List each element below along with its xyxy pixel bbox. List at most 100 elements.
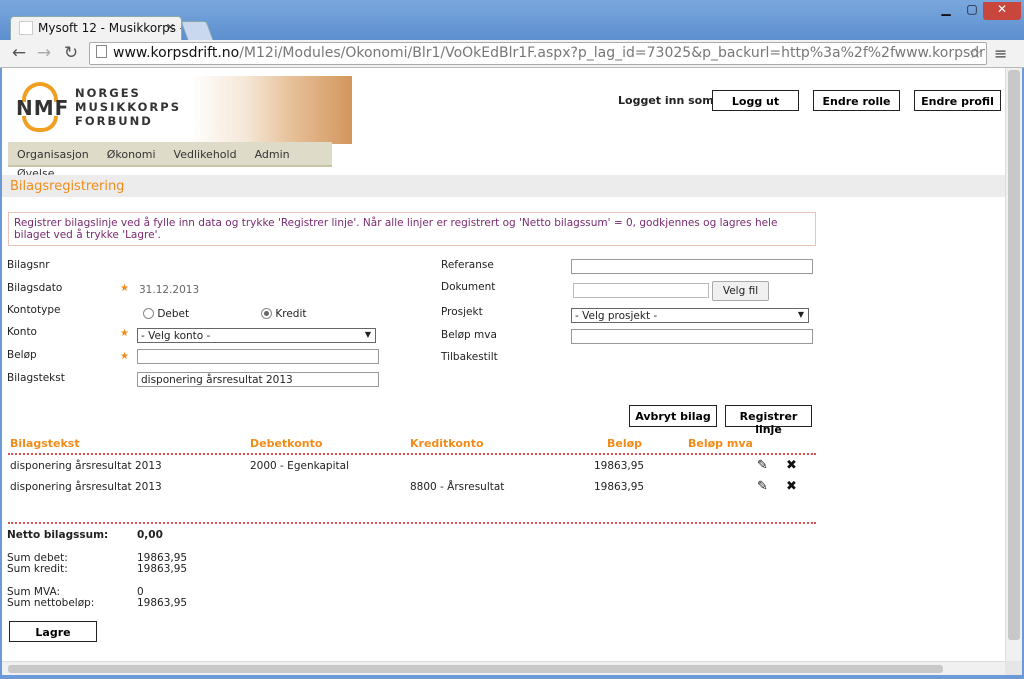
dokument-label: Dokument	[441, 281, 496, 293]
bilagsdato-label: Bilagsdato	[7, 282, 63, 294]
tab-close-icon[interactable]: ✕	[166, 21, 175, 34]
kredit-radio-group[interactable]: Kredit	[261, 308, 306, 320]
registrer-linje-button[interactable]: Registrer linje	[725, 405, 812, 436]
row-belop: 19863,95	[594, 481, 645, 493]
belop-input[interactable]	[137, 349, 379, 364]
netto-bilagssum-label: Netto bilagssum:	[7, 529, 109, 541]
url-domain: www.korpsdrift.no	[113, 45, 240, 61]
page-title: Bilagsregistrering	[10, 179, 125, 194]
required-icon: ★	[120, 351, 129, 362]
horizontal-scrollbar[interactable]	[2, 661, 1005, 675]
logo-text: NMF	[16, 96, 70, 120]
bilagsdato-value[interactable]: 31.12.2013	[139, 284, 199, 296]
browser-tab[interactable]: Mysoft 12 - Musikkorps - I ✕	[10, 16, 182, 40]
dokument-file-input[interactable]	[573, 283, 709, 298]
required-icon: ★	[120, 328, 129, 339]
menu-item-organisasjon[interactable]: Organisasjon	[8, 142, 98, 161]
logo-line-2: MUSIKKORPS	[75, 100, 181, 114]
minimize-icon[interactable]: ▁	[936, 2, 956, 20]
kredit-radio-label: Kredit	[275, 308, 307, 320]
change-role-button[interactable]: Endre rolle	[813, 90, 900, 111]
scrollbar-corner	[1005, 661, 1022, 675]
belop-mva-label: Beløp mva	[441, 329, 497, 341]
konto-select[interactable]: - Velg konto - ▼	[137, 328, 376, 343]
column-header-belop-mva: Beløp mva	[688, 437, 753, 450]
menu-item-admin[interactable]: Admin	[246, 142, 299, 161]
sum-kredit-label: Sum kredit:	[7, 563, 68, 575]
avbryt-bilag-button[interactable]: Avbryt bilag	[629, 405, 717, 427]
column-header-bilagstekst: Bilagstekst	[10, 437, 80, 450]
table-divider	[8, 453, 816, 455]
address-bar[interactable]: www.korpsdrift.no/M12i/Modules/Okonomi/B…	[89, 42, 987, 65]
prosjekt-select[interactable]: - Velg prosjekt - ▼	[571, 308, 809, 323]
delete-x-icon[interactable]: ✖	[786, 479, 797, 494]
row-bilagstekst: disponering årsresultat 2013	[10, 460, 162, 472]
netto-bilagssum-value: 0,00	[137, 529, 163, 541]
sum-kredit-value: 19863,95	[137, 563, 188, 575]
main-menu: Organisasjon Økonomi Vedlikehold AdminØvels…	[8, 142, 332, 180]
debet-radio-group[interactable]: Debet	[143, 308, 189, 320]
change-profile-button[interactable]: Endre profil	[914, 90, 1001, 111]
bilagsnr-label: Bilagsnr	[7, 259, 50, 271]
sum-nettobelop-value: 19863,95	[137, 597, 188, 609]
reload-icon[interactable]: ↻	[60, 43, 82, 63]
vertical-scroll-thumb[interactable]	[1008, 70, 1020, 640]
bookmark-star-icon[interactable]: ☆	[969, 44, 982, 62]
row-bilagstekst: disponering årsresultat 2013	[10, 481, 162, 493]
info-message: Registrer bilagslinje ved å fylle inn da…	[8, 212, 816, 246]
maximize-icon[interactable]: ▢	[962, 2, 982, 20]
page-title-bar: Bilagsregistrering	[2, 175, 1005, 197]
summary-divider	[8, 522, 816, 524]
lagre-button[interactable]: Lagre	[9, 621, 97, 642]
logged-in-label: Logget inn som:	[618, 94, 719, 107]
belop-label: Beløp	[7, 349, 37, 361]
sum-nettobelop-label: Sum nettobeløp:	[7, 597, 95, 609]
browser-toolbar: ← → ↻ www.korpsdrift.no/M12i/Modules/Oko…	[0, 40, 1024, 68]
chevron-down-icon: ▼	[364, 330, 371, 339]
logo-wordmark: NORGES MUSIKKORPS FORBUND	[75, 86, 195, 128]
browser-menu-icon[interactable]: ≡	[994, 44, 1007, 63]
column-header-kreditkonto: Kreditkonto	[410, 437, 484, 450]
favicon-icon	[19, 21, 33, 35]
vertical-scrollbar[interactable]	[1005, 68, 1022, 661]
chevron-down-icon: ▼	[797, 310, 804, 319]
page-icon	[96, 45, 107, 58]
tab-title: Mysoft 12 - Musikkorps - I	[38, 21, 182, 35]
column-header-belop: Beløp	[607, 437, 643, 450]
column-header-debetkonto: Debetkonto	[250, 437, 323, 450]
row-kreditkonto: 8800 - Årsresultat	[410, 481, 505, 493]
edit-pencil-icon[interactable]: ✎	[757, 458, 768, 473]
prosjekt-label: Prosjekt	[441, 306, 483, 318]
url-path: /M12i/Modules/Okonomi/Blr1/VoOkEdBlr1F.a…	[239, 45, 987, 61]
referanse-label: Referanse	[441, 259, 494, 271]
kredit-radio[interactable]	[261, 308, 272, 319]
debet-radio-label: Debet	[157, 308, 190, 320]
prosjekt-select-value: - Velg prosjekt -	[575, 310, 658, 322]
bilagstekst-input[interactable]: disponering årsresultat 2013	[137, 372, 379, 387]
tilbakestilt-label: Tilbakestilt	[441, 351, 498, 363]
belop-mva-input[interactable]	[571, 329, 813, 344]
horizontal-scroll-thumb[interactable]	[8, 665, 943, 673]
kontotype-label: Kontotype	[7, 304, 61, 316]
velg-fil-button[interactable]: Velg fil	[712, 281, 769, 301]
saxophone-banner-image	[190, 76, 352, 144]
debet-radio[interactable]	[143, 308, 154, 319]
delete-x-icon[interactable]: ✖	[786, 458, 797, 473]
menu-item-okonomi[interactable]: Økonomi	[98, 142, 165, 161]
page-viewport: NMF NORGES MUSIKKORPS FORBUND Logget inn…	[2, 68, 1005, 661]
konto-label: Konto	[7, 326, 37, 338]
logout-button[interactable]: Logg ut	[712, 90, 799, 111]
konto-select-value: - Velg konto -	[141, 330, 211, 342]
logo-line-3: FORBUND	[75, 114, 153, 128]
menu-item-vedlikehold[interactable]: Vedlikehold	[165, 142, 246, 161]
required-icon: ★	[120, 283, 129, 294]
row-belop: 19863,95	[594, 460, 645, 472]
logo-line-1: NORGES	[75, 86, 141, 100]
close-window-icon[interactable]: ✕	[983, 2, 1021, 20]
back-arrow-icon[interactable]: ←	[8, 43, 30, 63]
forward-arrow-icon[interactable]: →	[33, 43, 55, 63]
referanse-input[interactable]	[571, 259, 813, 274]
row-debetkonto: 2000 - Egenkapital	[250, 460, 349, 472]
bilagstekst-label: Bilagstekst	[7, 372, 65, 384]
edit-pencil-icon[interactable]: ✎	[757, 479, 768, 494]
